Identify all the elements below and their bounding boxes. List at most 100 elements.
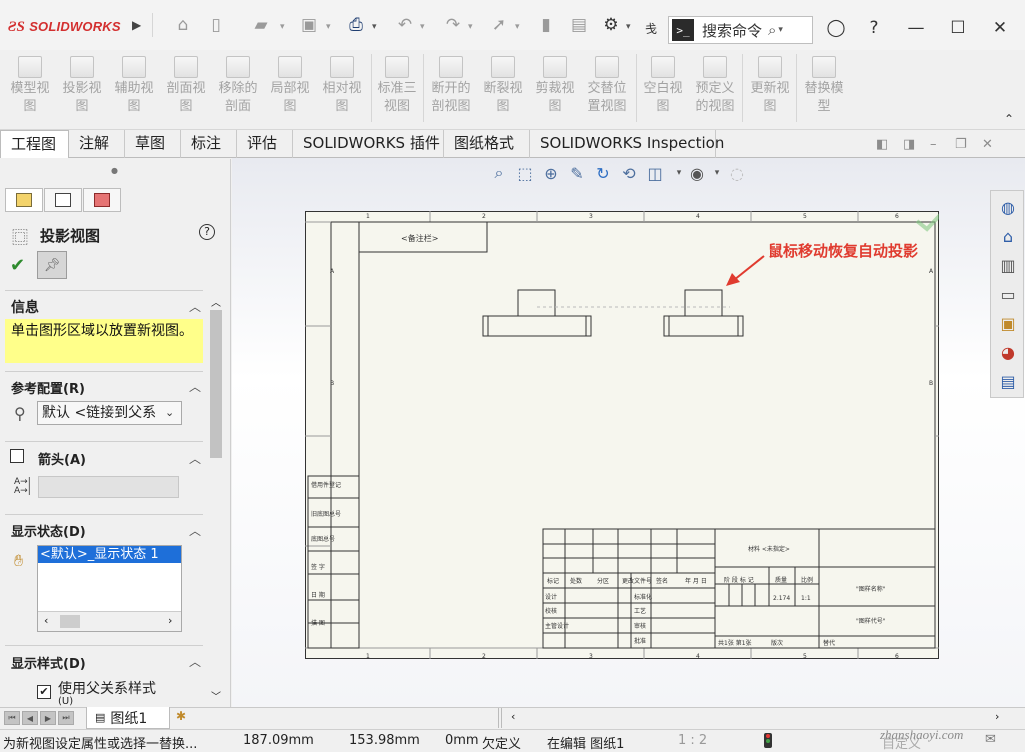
maximize-button[interactable]: ☐ — [944, 14, 972, 42]
chevron-down-icon[interactable]: ▾ — [420, 22, 425, 32]
zoom-to-fit-icon[interactable]: ⌕ — [488, 162, 510, 184]
chevron-down-icon[interactable]: ⌄ — [165, 406, 175, 419]
help-icon[interactable]: ? — [860, 14, 888, 42]
relative-view-button[interactable]: 相对视 图 — [316, 50, 368, 128]
projected-view-button[interactable]: 投影视 图 — [56, 50, 108, 128]
rebuild-status-icon[interactable] — [764, 733, 772, 748]
restore-document-icon[interactable]: ❐ — [955, 137, 967, 152]
scroll-thumb[interactable] — [60, 615, 80, 628]
close-document-icon[interactable]: ✕ — [982, 137, 993, 152]
removed-section-button[interactable]: 移除的 剖面 — [212, 50, 264, 128]
model-view-button[interactable]: 模型视 图 — [4, 50, 56, 128]
collapse-icon[interactable]: ︿ — [189, 298, 201, 315]
new-document-icon[interactable]: ▯ — [203, 12, 229, 38]
section-view-button[interactable]: 剖面视 图 — [160, 50, 212, 128]
config-select[interactable]: 默认 <链接到父系 — [37, 401, 182, 425]
horizontal-scrollbar[interactable]: ‹ › — [505, 710, 1005, 726]
predefined-view-button[interactable]: 预定义 的视图 — [689, 50, 741, 128]
chevron-down-icon[interactable]: ▾ — [468, 22, 473, 32]
scroll-up-icon[interactable]: ︿ — [211, 294, 221, 309]
scroll-left-icon[interactable]: ‹ — [44, 614, 48, 627]
minimize-button[interactable]: — — [902, 14, 930, 42]
minimize-document-icon[interactable]: – — [930, 137, 937, 152]
add-sheet-icon[interactable]: ✱ — [176, 709, 186, 723]
zoom-in-out-icon[interactable]: ⊕ — [540, 162, 562, 184]
zoom-to-area-icon[interactable]: ⬚ — [514, 162, 536, 184]
file-properties-icon[interactable]: ▤ — [566, 12, 592, 38]
view-orientation-icon[interactable]: ◫ — [644, 162, 666, 184]
standard-3-view-button[interactable]: 标准三 视图 — [371, 50, 423, 128]
crop-view-button[interactable]: 剪裁视 图 — [529, 50, 581, 128]
scroll-right-icon[interactable]: › — [168, 614, 172, 627]
tab-sheet-format[interactable]: 图纸格式 — [444, 130, 530, 158]
update-views-button[interactable]: 更新视 图 — [744, 50, 796, 128]
user-account-icon[interactable]: ◯ — [822, 14, 850, 42]
chevron-down-icon[interactable]: ▾ — [326, 22, 331, 32]
panel-grip-icon[interactable]: ● — [111, 166, 118, 175]
hide-show-items-icon[interactable]: ◉ — [686, 162, 708, 184]
alternate-position-view-button[interactable]: 交替位 置视图 — [581, 50, 633, 128]
ok-check-icon[interactable]: ✔ — [10, 255, 25, 276]
chat-icon[interactable]: ✉ — [985, 732, 996, 747]
chevron-down-icon[interactable]: ▾ — [515, 22, 520, 32]
first-sheet-icon[interactable]: ⏮ — [4, 711, 20, 725]
file-explorer-icon[interactable]: ▭ — [995, 281, 1021, 307]
replace-model-button[interactable]: 替换模 型 — [798, 50, 850, 128]
pan-icon[interactable]: ✎ — [566, 162, 588, 184]
gear-icon[interactable]: ⚙ — [598, 12, 624, 38]
broken-out-section-button[interactable]: 断开的 剖视图 — [425, 50, 477, 128]
select-pointer-icon[interactable]: ➚ — [486, 12, 512, 38]
truncated-menu-label[interactable]: 戋 — [645, 20, 657, 37]
ribbon-collapse-icon[interactable]: ⌃ — [1004, 112, 1014, 126]
tab-evaluate[interactable]: 评估 — [237, 130, 293, 158]
lighting-icon[interactable]: ◌ — [726, 162, 748, 184]
tab-addins[interactable]: SOLIDWORKS 插件 — [293, 130, 444, 158]
tab-markup[interactable]: 标注 — [181, 130, 237, 158]
command-search[interactable]: >_ 搜索命令 ⌕ ▾ — [668, 16, 813, 44]
home-icon[interactable]: ⌂ — [170, 12, 196, 38]
close-button[interactable]: ✕ — [986, 14, 1014, 42]
scroll-down-icon[interactable]: ﹀ — [211, 688, 221, 703]
chevron-down-icon[interactable]: ▾ — [706, 162, 728, 184]
chevron-down-icon[interactable]: ▾ — [372, 22, 377, 32]
appearances-icon[interactable]: ◕ — [995, 339, 1021, 365]
rotate-icon[interactable]: ↻ — [592, 162, 614, 184]
search-input[interactable]: 搜索命令 — [702, 20, 762, 41]
chevron-down-icon[interactable]: ▾ — [778, 25, 783, 35]
prev-sheet-icon[interactable]: ◀ — [22, 711, 38, 725]
scroll-left-icon[interactable]: ‹ — [511, 710, 515, 723]
last-sheet-icon[interactable]: ⏭ — [58, 711, 74, 725]
tab-annotation[interactable]: 注解 — [69, 130, 125, 158]
design-library-icon[interactable]: ▥ — [995, 252, 1021, 278]
list-hscrollbar[interactable]: ‹ › — [38, 611, 181, 631]
solidworks-resources-icon[interactable]: ◍ — [995, 194, 1021, 220]
view-palette-icon[interactable]: ▣ — [995, 310, 1021, 336]
menu-expand-arrow[interactable]: ▶ — [132, 18, 141, 32]
custom-properties-icon[interactable]: ▤ — [995, 368, 1021, 394]
configuration-manager-tab[interactable] — [83, 188, 121, 212]
print-icon[interactable]: ⎙ — [343, 12, 369, 38]
property-manager-tab[interactable] — [44, 188, 82, 212]
arrow-checkbox[interactable] — [10, 449, 24, 463]
chevron-down-icon[interactable]: ▾ — [280, 22, 285, 32]
help-icon[interactable]: ? — [199, 224, 215, 240]
break-view-button[interactable]: 断裂视 图 — [477, 50, 529, 128]
collapse-icon[interactable]: ︿ — [189, 378, 201, 395]
empty-view-button[interactable]: 空白视 图 — [637, 50, 689, 128]
scroll-thumb[interactable] — [210, 310, 222, 458]
auxiliary-view-button[interactable]: 辅助视 图 — [108, 50, 160, 128]
redo-icon[interactable]: ↷ — [440, 12, 466, 38]
sheet-tab[interactable]: ▤ 图纸1 — [86, 707, 170, 729]
tile-right-icon[interactable]: ◨ — [903, 137, 915, 152]
open-folder-icon[interactable]: ▰ — [248, 12, 274, 38]
pin-button[interactable]: 📌︎ — [37, 251, 67, 279]
detail-view-button[interactable]: 局部视 图 — [264, 50, 316, 128]
feature-manager-tab[interactable] — [5, 188, 43, 212]
use-parent-style-checkbox[interactable]: ✔ — [37, 685, 51, 699]
tab-drawing[interactable]: 工程图 — [0, 130, 69, 158]
save-icon[interactable]: ▣ — [296, 12, 322, 38]
scroll-right-icon[interactable]: › — [995, 710, 999, 723]
sheet-scale[interactable]: 1 : 2 — [678, 733, 707, 748]
tab-sketch[interactable]: 草图 — [125, 130, 181, 158]
search-icon[interactable]: ⌕ — [768, 21, 776, 39]
